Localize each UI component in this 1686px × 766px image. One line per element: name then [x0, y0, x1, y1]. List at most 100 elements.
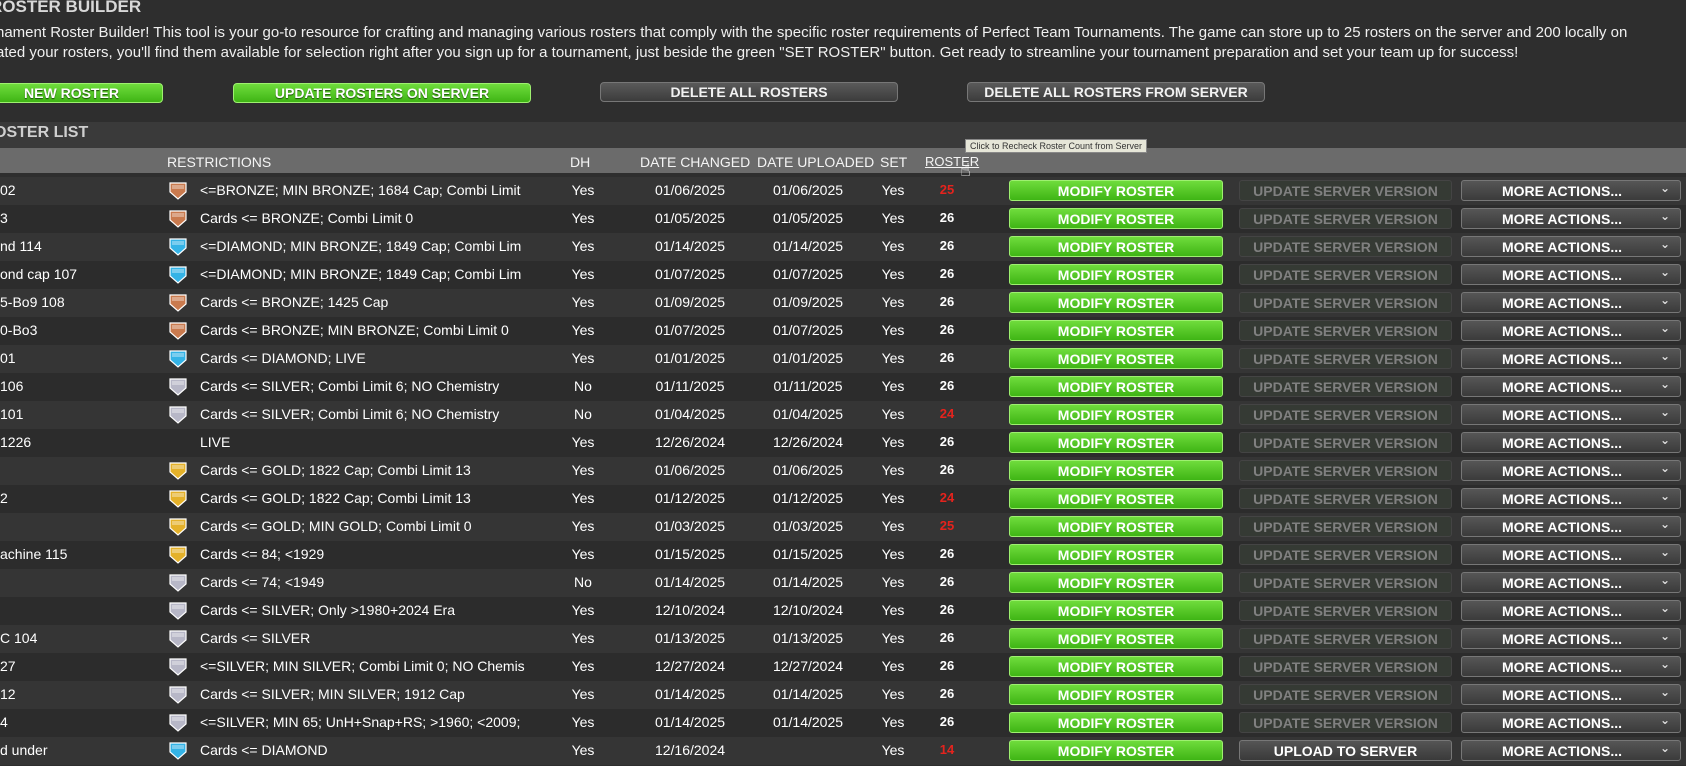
more-actions-dropdown[interactable]: MORE ACTIONS... ⌄ [1461, 628, 1681, 649]
modify-roster-button[interactable]: MODIFY ROSTER [1009, 320, 1223, 341]
modify-roster-button[interactable]: MODIFY ROSTER [1009, 460, 1223, 481]
more-actions-dropdown[interactable]: MORE ACTIONS... ⌄ [1461, 264, 1681, 285]
table-row[interactable]: 0-Bo3 Cards <= BRONZE; MIN BRONZE; Combi … [0, 317, 1686, 345]
more-actions-dropdown[interactable]: MORE ACTIONS... ⌄ [1461, 544, 1681, 565]
delete-all-rosters-button[interactable]: DELETE ALL ROSTERS [600, 82, 898, 102]
table-row[interactable]: 27 <=SILVER; MIN SILVER; Combi Limit 0; N… [0, 653, 1686, 681]
update-server-version-button[interactable]: UPDATE SERVER VERSION [1239, 180, 1452, 201]
modify-roster-button[interactable]: MODIFY ROSTER [1009, 376, 1223, 397]
modify-roster-button[interactable]: MODIFY ROSTER [1009, 740, 1223, 761]
table-row[interactable]: 106 Cards <= SILVER; Combi Limit 6; NO Ch… [0, 373, 1686, 401]
update-server-version-button[interactable]: UPDATE SERVER VERSION [1239, 712, 1452, 733]
modify-roster-button[interactable]: MODIFY ROSTER [1009, 404, 1223, 425]
update-server-version-button[interactable]: UPDATE SERVER VERSION [1239, 320, 1452, 341]
update-server-version-button[interactable]: UPDATE SERVER VERSION [1239, 684, 1452, 705]
modify-roster-button[interactable]: MODIFY ROSTER [1009, 292, 1223, 313]
roster-dh: No [574, 574, 592, 590]
update-server-version-button[interactable]: UPDATE SERVER VERSION [1239, 264, 1452, 285]
table-row[interactable]: 01 Cards <= DIAMOND; LIVE Yes 01/01/2025 01/… [0, 345, 1686, 373]
modify-roster-button[interactable]: MODIFY ROSTER [1009, 180, 1223, 201]
modify-roster-button[interactable]: MODIFY ROSTER [1009, 432, 1223, 453]
roster-count: 26 [939, 378, 955, 393]
column-date-uploaded[interactable]: DATE UPLOADED [757, 154, 874, 170]
column-roster-count[interactable]: ROSTER [925, 154, 979, 169]
update-server-version-button[interactable]: UPDATE SERVER VERSION [1239, 488, 1452, 509]
table-row[interactable]: nd 114 <=DIAMOND; MIN BRONZE; 1849 Cap; C… [0, 233, 1686, 261]
roster-count: 25 [939, 182, 955, 197]
modify-roster-button[interactable]: MODIFY ROSTER [1009, 236, 1223, 257]
table-row[interactable]: 101 Cards <= SILVER; Combi Limit 6; NO Ch… [0, 401, 1686, 429]
update-server-version-button[interactable]: UPDATE SERVER VERSION [1239, 600, 1452, 621]
table-row[interactable]: Cards <= GOLD; 1822 Cap; Combi Limit 13 Y… [0, 457, 1686, 485]
more-actions-dropdown[interactable]: MORE ACTIONS... ⌄ [1461, 180, 1681, 201]
table-row[interactable]: d under Cards <= DIAMOND Yes 12/16/2024 Yes 1… [0, 737, 1686, 765]
modify-roster-button[interactable]: MODIFY ROSTER [1009, 488, 1223, 509]
more-actions-dropdown[interactable]: MORE ACTIONS... ⌄ [1461, 460, 1681, 481]
column-date-changed[interactable]: DATE CHANGED [640, 154, 750, 170]
table-row[interactable]: Cards <= 74; <1949 No 01/14/2025 01/14/2025… [0, 569, 1686, 597]
modify-roster-button[interactable]: MODIFY ROSTER [1009, 516, 1223, 537]
more-actions-dropdown[interactable]: MORE ACTIONS... ⌄ [1461, 684, 1681, 705]
more-actions-dropdown[interactable]: MORE ACTIONS... ⌄ [1461, 740, 1681, 761]
roster-dh: Yes [571, 294, 595, 310]
more-actions-dropdown[interactable]: MORE ACTIONS... ⌄ [1461, 516, 1681, 537]
table-row[interactable]: ond cap 107 <=DIAMOND; MIN BRONZE; 1849 C… [0, 261, 1686, 289]
table-row[interactable]: 4 <=SILVER; MIN 65; UnH+Snap+RS; >1960; <… [0, 709, 1686, 737]
more-actions-dropdown[interactable]: MORE ACTIONS... ⌄ [1461, 320, 1681, 341]
column-dh[interactable]: DH [570, 154, 590, 170]
update-server-version-button[interactable]: UPDATE SERVER VERSION [1239, 208, 1452, 229]
table-row[interactable]: achine 115 Cards <= 84; <1929 Yes 01/15/202… [0, 541, 1686, 569]
modify-roster-button[interactable]: MODIFY ROSTER [1009, 600, 1223, 621]
more-actions-dropdown[interactable]: MORE ACTIONS... ⌄ [1461, 208, 1681, 229]
modify-roster-button[interactable]: MODIFY ROSTER [1009, 348, 1223, 369]
table-row[interactable]: 3 Cards <= BRONZE; Combi Limit 0 Yes 01/05/… [0, 205, 1686, 233]
table-row[interactable]: 12 Cards <= SILVER; MIN SILVER; 1912 Cap Y… [0, 681, 1686, 709]
update-server-version-button[interactable]: UPDATE SERVER VERSION [1239, 544, 1452, 565]
roster-date-uploaded: 01/03/2025 [772, 518, 844, 534]
table-row[interactable]: 1226 LIVE Yes 12/26/2024 12/26/2024 Yes 26 MODI… [0, 429, 1686, 457]
modify-roster-button[interactable]: MODIFY ROSTER [1009, 264, 1223, 285]
more-actions-dropdown[interactable]: MORE ACTIONS... ⌄ [1461, 376, 1681, 397]
update-server-version-button[interactable]: UPDATE SERVER VERSION [1239, 236, 1452, 257]
more-actions-dropdown[interactable]: MORE ACTIONS... ⌄ [1461, 348, 1681, 369]
modify-roster-button[interactable]: MODIFY ROSTER [1009, 544, 1223, 565]
update-server-version-button[interactable]: UPDATE SERVER VERSION [1239, 348, 1452, 369]
more-actions-dropdown[interactable]: MORE ACTIONS... ⌄ [1461, 432, 1681, 453]
update-server-version-button[interactable]: UPDATE SERVER VERSION [1239, 572, 1452, 593]
delete-all-rosters-from-server-button[interactable]: DELETE ALL ROSTERS FROM SERVER [967, 82, 1265, 102]
upload-to-server-button[interactable]: UPLOAD TO SERVER [1239, 740, 1452, 761]
table-row[interactable]: Cards <= GOLD; MIN GOLD; Combi Limit 0 Ye… [0, 513, 1686, 541]
update-server-version-button[interactable]: UPDATE SERVER VERSION [1239, 432, 1452, 453]
column-set[interactable]: SET [880, 154, 907, 170]
modify-roster-button[interactable]: MODIFY ROSTER [1009, 684, 1223, 705]
more-actions-dropdown[interactable]: MORE ACTIONS... ⌄ [1461, 292, 1681, 313]
table-row[interactable]: C 104 Cards <= SILVER Yes 01/13/2025 01/13/2… [0, 625, 1686, 653]
table-row[interactable]: Cards <= SILVER; Only >1980+2024 Era Yes 1… [0, 597, 1686, 625]
modify-roster-button[interactable]: MODIFY ROSTER [1009, 572, 1223, 593]
new-roster-button[interactable]: NEW ROSTER [0, 83, 163, 103]
update-rosters-on-server-button[interactable]: UPDATE ROSTERS ON SERVER [233, 83, 531, 103]
more-actions-dropdown[interactable]: MORE ACTIONS... ⌄ [1461, 656, 1681, 677]
table-row[interactable]: 02 <=BRONZE; MIN BRONZE; 1684 Cap; Combi … [0, 177, 1686, 205]
update-server-version-button[interactable]: UPDATE SERVER VERSION [1239, 516, 1452, 537]
update-server-version-button[interactable]: UPDATE SERVER VERSION [1239, 376, 1452, 397]
update-server-version-button[interactable]: UPDATE SERVER VERSION [1239, 404, 1452, 425]
update-server-version-button[interactable]: UPDATE SERVER VERSION [1239, 292, 1452, 313]
update-server-version-button[interactable]: UPDATE SERVER VERSION [1239, 656, 1452, 677]
table-row[interactable]: 5-Bo9 108 Cards <= BRONZE; 1425 Cap Yes 01/… [0, 289, 1686, 317]
more-actions-dropdown[interactable]: MORE ACTIONS... ⌄ [1461, 236, 1681, 257]
more-actions-dropdown[interactable]: MORE ACTIONS... ⌄ [1461, 488, 1681, 509]
modify-roster-button[interactable]: MODIFY ROSTER [1009, 208, 1223, 229]
column-restrictions[interactable]: RESTRICTIONS [167, 154, 271, 170]
update-server-version-button[interactable]: UPDATE SERVER VERSION [1239, 460, 1452, 481]
more-actions-dropdown[interactable]: MORE ACTIONS... ⌄ [1461, 712, 1681, 733]
modify-roster-button[interactable]: MODIFY ROSTER [1009, 628, 1223, 649]
table-row[interactable]: 2 Cards <= GOLD; 1822 Cap; Combi Limit 13… [0, 485, 1686, 513]
modify-roster-button[interactable]: MODIFY ROSTER [1009, 656, 1223, 677]
modify-roster-button[interactable]: MODIFY ROSTER [1009, 712, 1223, 733]
roster-restrictions: Cards <= SILVER; Only >1980+2024 Era [200, 602, 456, 618]
more-actions-dropdown[interactable]: MORE ACTIONS... ⌄ [1461, 572, 1681, 593]
update-server-version-button[interactable]: UPDATE SERVER VERSION [1239, 628, 1452, 649]
more-actions-dropdown[interactable]: MORE ACTIONS... ⌄ [1461, 404, 1681, 425]
more-actions-dropdown[interactable]: MORE ACTIONS... ⌄ [1461, 600, 1681, 621]
